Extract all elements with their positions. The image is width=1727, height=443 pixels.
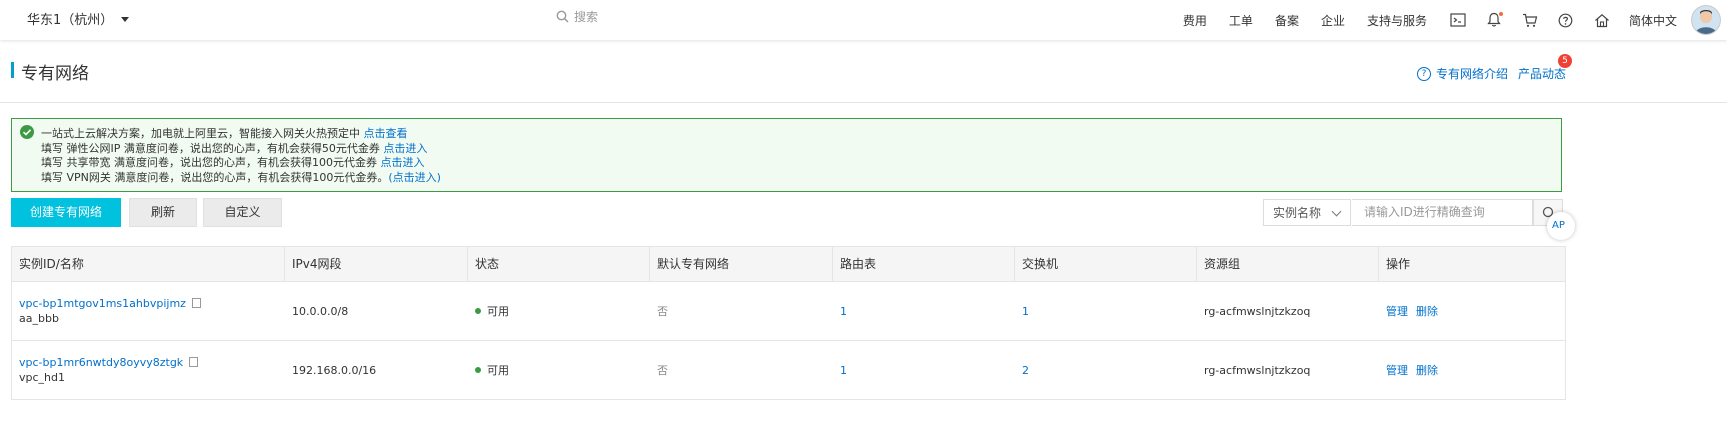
search-placeholder: 搜索	[574, 10, 599, 24]
instance-id-link[interactable]: vpc-bp1mr6nwtdy8oyvy8ztgk	[19, 356, 183, 369]
nav-icp[interactable]: 备案	[1275, 12, 1299, 29]
col-status: 状态	[468, 247, 650, 281]
api-float-button[interactable]: AP	[1547, 212, 1575, 240]
instance-name: vpc_hd1	[19, 371, 65, 384]
news-count-badge: 5	[1558, 54, 1572, 68]
top-navbar: 华东1（杭州） 搜索 费用 工单 备案 企业 支持与服务 简体中文	[0, 0, 1727, 40]
customize-button[interactable]: 自定义	[203, 198, 282, 227]
instance-id-link[interactable]: vpc-bp1mtgov1ms1ahbvpijmz	[19, 297, 186, 310]
status-dot-icon	[475, 367, 481, 373]
default-vpc-cell: 否	[657, 305, 668, 318]
create-vpc-button[interactable]: 创建专有网络	[11, 198, 121, 227]
actions-cell: 管理 删除	[1379, 341, 1565, 399]
vpc-table: 实例ID/名称 IPv4网段 状态 默认专有网络 路由表 交换机 资源组 操作 …	[11, 246, 1566, 400]
table-row: vpc-bp1mr6nwtdy8oyvy8ztgk vpc_hd1 192.16…	[12, 341, 1565, 400]
product-news-link[interactable]: 产品动态	[1518, 65, 1566, 82]
notice-line-3: 填写 共享带宽 满意度问卷，说出您的心声，有机会获得100元代金券 点击进入	[41, 154, 425, 170]
ipv4-cell: 10.0.0.0/8	[292, 304, 349, 318]
page-title: 专有网络	[21, 64, 89, 84]
table-row: vpc-bp1mtgov1ms1ahbvpijmz aa_bbb 10.0.0.…	[12, 282, 1565, 341]
vswitch-link[interactable]: 1	[1015, 282, 1197, 340]
delete-link[interactable]: 删除	[1416, 362, 1438, 378]
top-nav-menu: 费用 工单 备案 企业 支持与服务 简体中文	[1183, 0, 1727, 40]
vpc-intro-link[interactable]: ? 专有网络介绍	[1417, 65, 1508, 82]
instance-search-input[interactable]: 请输入ID进行精确查询	[1352, 199, 1533, 226]
filter-field-label: 实例名称	[1273, 206, 1322, 220]
col-default-vpc: 默认专有网络	[650, 247, 833, 281]
manage-link[interactable]: 管理	[1386, 303, 1408, 319]
help-icon[interactable]	[1557, 11, 1575, 29]
vswitch-link[interactable]: 2	[1015, 341, 1197, 399]
language-switch[interactable]: 简体中文	[1629, 12, 1677, 29]
region-selector[interactable]: 华东1（杭州）	[27, 9, 130, 28]
notice-link-1[interactable]: 点击查看	[364, 127, 408, 140]
caret-down-icon	[121, 16, 130, 22]
col-ipv4: IPv4网段	[285, 247, 468, 281]
instance-cell: vpc-bp1mr6nwtdy8oyvy8ztgk vpc_hd1	[12, 341, 285, 399]
notice-link-4[interactable]: (点击进入)	[388, 171, 441, 184]
filter-field-select[interactable]: 实例名称	[1263, 199, 1351, 226]
resource-group-cell: rg-acfmwslnjtzkzoq	[1204, 363, 1311, 377]
status-cell: 可用	[468, 341, 650, 399]
status-label: 可用	[487, 305, 509, 318]
resource-group-cell: rg-acfmwslnjtzkzoq	[1204, 304, 1311, 318]
col-vswitch: 交换机	[1015, 247, 1197, 281]
cart-icon[interactable]	[1521, 11, 1539, 29]
notice-text-1: 一站式上云解决方案，加电就上阿里云，智能接入网关火热预定中	[41, 127, 360, 140]
success-check-icon	[20, 125, 34, 139]
notice-text-4: 填写 VPN网关 满意度问卷，说出您的心声，有机会获得100元代金券。	[41, 171, 389, 184]
copy-icon[interactable]	[191, 298, 201, 308]
notification-dot	[1498, 12, 1503, 16]
nav-billing[interactable]: 费用	[1183, 12, 1207, 29]
notice-line-4: 填写 VPN网关 满意度问卷，说出您的心声，有机会获得100元代金券。(点击进入…	[41, 169, 441, 185]
status-label: 可用	[487, 364, 509, 377]
terminal-icon[interactable]	[1449, 11, 1467, 29]
delete-link[interactable]: 删除	[1416, 303, 1438, 319]
nav-support[interactable]: 支持与服务	[1367, 12, 1427, 29]
page-header: 专有网络 ? 专有网络介绍 产品动态 5	[0, 40, 1727, 103]
route-table-link[interactable]: 1	[833, 341, 1015, 399]
default-vpc-cell: 否	[657, 364, 668, 377]
col-actions: 操作	[1386, 257, 1411, 271]
ipv4-cell: 192.168.0.0/16	[292, 363, 377, 377]
table-header: 实例ID/名称 IPv4网段 状态 默认专有网络 路由表 交换机 资源组 操作	[12, 247, 1565, 282]
question-icon: ?	[1417, 66, 1431, 81]
col-instance: 实例ID/名称	[12, 247, 285, 281]
user-avatar[interactable]	[1691, 5, 1721, 35]
col-resource-group: 资源组	[1197, 247, 1379, 281]
home-icon[interactable]	[1593, 11, 1611, 29]
nav-tickets[interactable]: 工单	[1229, 12, 1253, 29]
region-label: 华东1（杭州）	[27, 13, 114, 28]
actions-cell: 管理 删除	[1379, 282, 1565, 340]
notice-text-3: 填写 共享带宽 满意度问卷，说出您的心声，有机会获得100元代金券	[41, 156, 377, 169]
refresh-button[interactable]: 刷新	[129, 198, 197, 227]
search-icon	[556, 10, 569, 23]
notice-link-3[interactable]: 点击进入	[381, 156, 425, 169]
nav-enterprise[interactable]: 企业	[1321, 12, 1345, 29]
notice-banner: 一站式上云解决方案，加电就上阿里云，智能接入网关火热预定中 点击查看 填写 弹性…	[11, 118, 1562, 192]
status-dot-icon	[475, 308, 481, 314]
instance-cell: vpc-bp1mtgov1ms1ahbvpijmz aa_bbb	[12, 282, 285, 340]
title-accent-bar	[11, 62, 14, 78]
vpc-intro-label: 专有网络介绍	[1436, 67, 1509, 81]
manage-link[interactable]: 管理	[1386, 362, 1408, 378]
instance-name: aa_bbb	[19, 312, 59, 325]
col-route-table: 路由表	[833, 247, 1015, 281]
global-search[interactable]: 搜索	[556, 8, 598, 25]
route-table-link[interactable]: 1	[833, 282, 1015, 340]
notice-line-1: 一站式上云解决方案，加电就上阿里云，智能接入网关火热预定中 点击查看	[41, 125, 408, 141]
copy-icon[interactable]	[189, 357, 199, 367]
chevron-down-icon	[1331, 206, 1342, 217]
bell-icon[interactable]	[1485, 11, 1503, 29]
status-cell: 可用	[468, 282, 650, 340]
